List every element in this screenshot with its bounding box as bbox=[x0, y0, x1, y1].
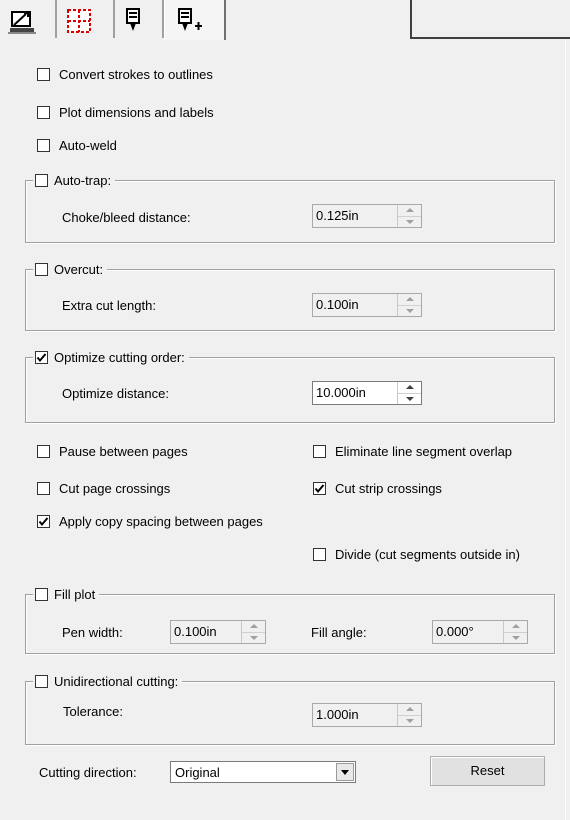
spin-up-icon bbox=[406, 385, 414, 389]
extra-cut-length-spin-buttons[interactable] bbox=[397, 294, 421, 316]
cut-strip-crossings-checkbox[interactable] bbox=[313, 482, 326, 495]
fill-plot-header: Fill plot bbox=[33, 587, 100, 603]
choke-bleed-spinner[interactable]: 0.125in bbox=[312, 204, 422, 228]
convert-strokes-checkbox[interactable] bbox=[37, 68, 50, 81]
chevron-down-icon bbox=[341, 770, 349, 775]
spin-down-icon bbox=[406, 397, 414, 401]
auto-trap-header: Auto-trap: bbox=[33, 173, 116, 189]
plot-dimensions-checkbox[interactable] bbox=[37, 106, 50, 119]
divide-checkbox[interactable] bbox=[313, 548, 326, 561]
overcut-label: Overcut: bbox=[54, 262, 104, 277]
spin-down-icon bbox=[250, 636, 258, 640]
spin-up-icon bbox=[406, 208, 414, 212]
page-layout-icon bbox=[67, 9, 91, 33]
tolerance-spin-buttons[interactable] bbox=[397, 704, 421, 726]
preview-frame bbox=[410, 0, 570, 39]
tab-pen-tool[interactable] bbox=[115, 0, 164, 38]
unidirectional-label: Unidirectional cutting: bbox=[54, 674, 179, 689]
check-icon bbox=[36, 353, 47, 363]
extra-cut-length-label: Extra cut length: bbox=[62, 298, 156, 313]
spin-up-icon bbox=[250, 624, 258, 628]
pen-tool-icon bbox=[126, 8, 140, 31]
tab-pen-tool-plus[interactable] bbox=[164, 0, 226, 40]
pen-width-label: Pen width: bbox=[62, 625, 123, 640]
check-icon bbox=[38, 517, 49, 527]
fill-plot-label: Fill plot bbox=[54, 587, 96, 602]
auto-trap-checkbox[interactable] bbox=[35, 174, 48, 187]
divide-label: Divide (cut segments outside in) bbox=[335, 547, 520, 562]
spin-down-icon bbox=[406, 309, 414, 313]
fill-angle-value: 0.000° bbox=[436, 624, 474, 639]
optimize-header: Optimize cutting order: bbox=[33, 350, 189, 366]
pen-width-value: 0.100in bbox=[174, 624, 217, 639]
optimize-distance-spinner[interactable]: 10.000in bbox=[312, 381, 422, 405]
tolerance-spinner[interactable]: 1.000in bbox=[312, 703, 422, 727]
auto-trap-label: Auto-trap: bbox=[54, 173, 112, 188]
reset-button[interactable]: Reset bbox=[430, 756, 545, 786]
fill-angle-label: Fill angle: bbox=[311, 625, 367, 640]
extra-cut-length-spinner[interactable]: 0.100in bbox=[312, 293, 422, 317]
plot-dimensions-label: Plot dimensions and labels bbox=[59, 105, 214, 120]
spin-up-icon bbox=[512, 624, 520, 628]
cut-page-crossings-label: Cut page crossings bbox=[59, 481, 171, 496]
pen-width-spinner[interactable]: 0.100in bbox=[170, 620, 266, 644]
cutting-direction-label: Cutting direction: bbox=[39, 765, 137, 780]
optimize-label: Optimize cutting order: bbox=[54, 350, 185, 365]
cutting-direction-select[interactable]: Original bbox=[170, 761, 356, 783]
apply-copy-spacing-label: Apply copy spacing between pages bbox=[59, 514, 263, 529]
cut-page-crossings-checkbox[interactable] bbox=[37, 482, 50, 495]
spin-up-icon bbox=[406, 297, 414, 301]
eliminate-overlap-label: Eliminate line segment overlap bbox=[335, 444, 513, 459]
pause-pages-label: Pause between pages bbox=[59, 444, 188, 459]
spin-down-icon bbox=[406, 220, 414, 224]
cutting-direction-value: Original bbox=[175, 765, 220, 780]
choke-bleed-spin-buttons[interactable] bbox=[397, 205, 421, 227]
choke-bleed-label: Choke/bleed distance: bbox=[62, 210, 191, 225]
pause-pages-checkbox[interactable] bbox=[37, 445, 50, 458]
spin-up-icon bbox=[406, 707, 414, 711]
fill-angle-spin-buttons[interactable] bbox=[503, 621, 527, 643]
optimize-checkbox[interactable] bbox=[35, 351, 48, 364]
tab-strip bbox=[0, 0, 570, 40]
tolerance-label: Tolerance: bbox=[63, 704, 123, 719]
spin-down-icon bbox=[406, 719, 414, 723]
convert-strokes-label: Convert strokes to outlines bbox=[59, 67, 213, 82]
unidirectional-header: Unidirectional cutting: bbox=[33, 674, 183, 690]
eliminate-overlap-checkbox[interactable] bbox=[313, 445, 326, 458]
check-icon bbox=[314, 484, 325, 494]
auto-weld-checkbox[interactable] bbox=[37, 139, 50, 152]
unidirectional-checkbox[interactable] bbox=[35, 675, 48, 688]
tolerance-value: 1.000in bbox=[316, 707, 359, 722]
choke-bleed-value: 0.125in bbox=[316, 208, 359, 223]
optimize-distance-label: Optimize distance: bbox=[62, 386, 169, 401]
pen-width-spin-buttons[interactable] bbox=[241, 621, 265, 643]
spin-down-icon bbox=[512, 636, 520, 640]
dropdown-button[interactable] bbox=[336, 763, 354, 781]
fill-angle-spinner[interactable]: 0.000° bbox=[432, 620, 528, 644]
overcut-header: Overcut: bbox=[33, 262, 108, 278]
plot-settings-icon bbox=[8, 11, 36, 34]
overcut-checkbox[interactable] bbox=[35, 263, 48, 276]
tab-page-layout[interactable] bbox=[57, 0, 115, 38]
tab-plot-settings[interactable] bbox=[0, 0, 57, 38]
cut-strip-crossings-label: Cut strip crossings bbox=[335, 481, 442, 496]
extra-cut-length-value: 0.100in bbox=[316, 297, 359, 312]
optimize-distance-spin-buttons[interactable] bbox=[397, 382, 421, 404]
apply-copy-spacing-checkbox[interactable] bbox=[37, 515, 50, 528]
auto-weld-label: Auto-weld bbox=[59, 138, 117, 153]
pen-tool-plus-icon bbox=[178, 8, 202, 31]
fill-plot-checkbox[interactable] bbox=[35, 588, 48, 601]
optimize-distance-value: 10.000in bbox=[316, 385, 366, 400]
